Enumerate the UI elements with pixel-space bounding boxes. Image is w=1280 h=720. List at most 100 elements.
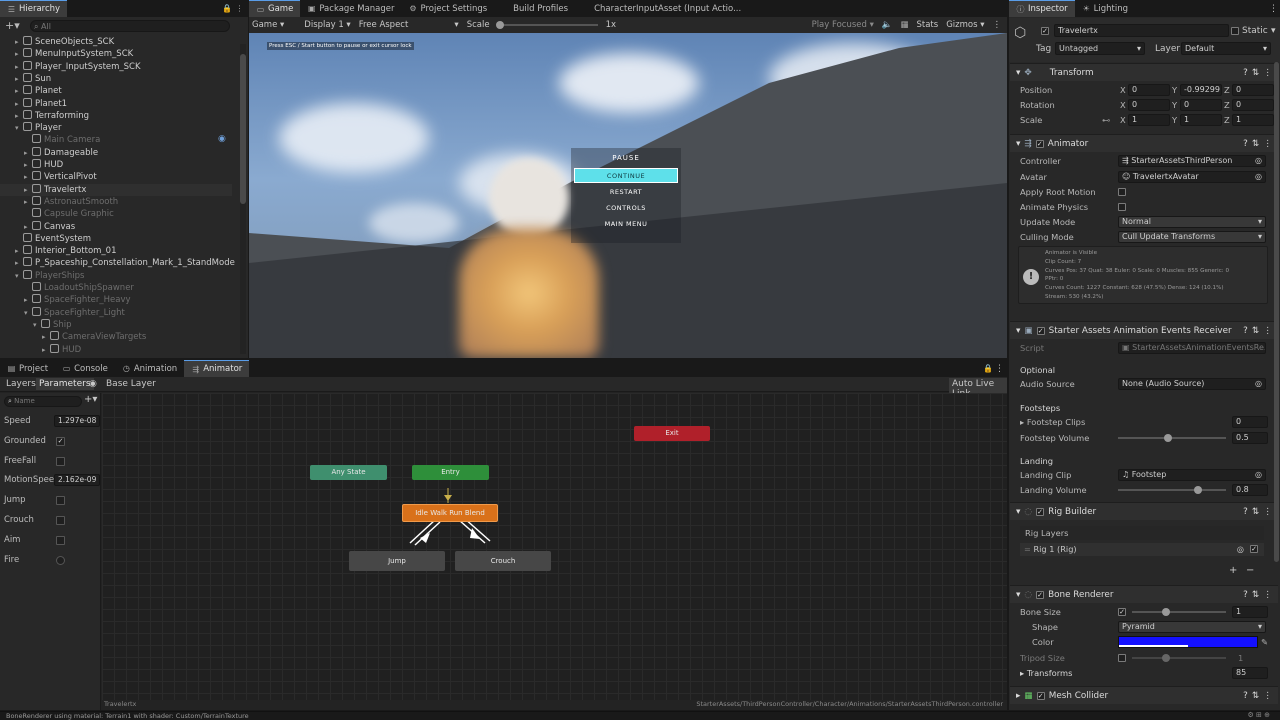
component-menu-icon[interactable]: ⋮ <box>1263 507 1272 517</box>
add-rig-layer-button[interactable]: + <box>1229 565 1237 576</box>
help-icon[interactable]: ? <box>1243 68 1248 78</box>
rig-layer-item[interactable]: = Rig 1 (Rig) ◎ ✓ <box>1020 543 1264 556</box>
preset-icon[interactable]: ⇅ <box>1252 326 1259 336</box>
hierarchy-item[interactable]: ▸ Sun <box>0 72 232 85</box>
object-picker-icon[interactable]: ◎ <box>1237 543 1244 556</box>
hierarchy-item[interactable]: ▾ PlayerShips <box>0 269 232 282</box>
help-icon[interactable]: ? <box>1243 326 1248 336</box>
foldout-icon[interactable]: ▸ <box>42 344 50 356</box>
parameter-checkbox[interactable] <box>56 535 65 545</box>
status-icons[interactable]: ⚙ ⊞ ⊕ <box>1248 711 1270 719</box>
lock-icon[interactable]: 🔒 <box>222 4 232 13</box>
more-options-icon[interactable]: ⋮ <box>235 4 244 13</box>
hierarchy-item[interactable]: ▸ Damageable <box>0 146 232 159</box>
tripod-size-checkbox[interactable] <box>1118 654 1126 662</box>
tab-hierarchy[interactable]: ☰ Hierarchy <box>0 0 68 17</box>
bone-size-field[interactable]: 1 <box>1232 606 1268 618</box>
rig-layer-active-checkbox[interactable]: ✓ <box>1250 545 1258 553</box>
constrain-proportions-icon[interactable]: ⊷ <box>1102 113 1110 127</box>
hierarchy-item[interactable]: ▸ Travelertx <box>0 183 232 196</box>
component-menu-icon[interactable]: ⋮ <box>1263 691 1272 701</box>
foldout-icon[interactable]: ▾ <box>15 270 23 282</box>
hierarchy-scrollbar[interactable] <box>240 44 246 354</box>
footstep-volume-field[interactable]: 0.5 <box>1232 432 1268 444</box>
eyedropper-icon[interactable]: ✎ <box>1261 635 1268 649</box>
preset-icon[interactable]: ⇅ <box>1252 68 1259 78</box>
foldout-icon[interactable]: ▸ <box>15 85 23 97</box>
visibility-eye-icon[interactable]: ◉ <box>218 134 226 144</box>
foldout-icon[interactable]: ▸ <box>42 331 50 343</box>
transform-rotation-y-field[interactable]: 0 <box>1180 99 1222 111</box>
state-idle-walk-run-blend[interactable]: Idle Walk Run Blend <box>402 504 498 522</box>
hierarchy-item[interactable]: EventSystem <box>0 232 232 245</box>
transform-scale-x-field[interactable]: 1 <box>1128 114 1170 126</box>
transform-position-z-field[interactable]: 0 <box>1232 84 1274 96</box>
update-mode-dropdown[interactable]: Normal ▾ <box>1118 216 1266 228</box>
animator-enabled-checkbox[interactable]: ✓ <box>1035 139 1044 148</box>
object-picker-icon[interactable]: ◎ <box>1255 156 1262 166</box>
foldout-icon[interactable]: ▸ <box>15 257 23 269</box>
culling-mode-dropdown[interactable]: Cull Update Transforms ▾ <box>1118 231 1266 243</box>
parameters-tab[interactable]: Parameters <box>36 378 94 390</box>
hierarchy-item[interactable]: ▸ Terraforming <box>0 109 232 122</box>
foldout-icon[interactable]: ▸ <box>15 73 23 85</box>
parameter-checkbox[interactable] <box>56 456 65 466</box>
foldout-icon[interactable]: ▸ <box>24 294 32 306</box>
tab-package-manager[interactable]: ▣ Package Manager <box>300 0 401 17</box>
object-picker-icon[interactable]: ◎ <box>1255 470 1262 480</box>
layers-tab[interactable]: Layers <box>6 379 36 389</box>
hierarchy-item[interactable]: LoadoutShipSpawner <box>0 282 232 294</box>
hierarchy-item[interactable]: Main Camera <box>0 134 232 146</box>
foldout-icon[interactable]: ▸ <box>1016 691 1020 701</box>
color-swatch[interactable] <box>1118 636 1258 648</box>
audio-source-field[interactable]: None (Audio Source) ◎ <box>1118 378 1266 390</box>
rig-builder-header[interactable]: ▾ ◌ ✓ Rig Builder ? ⇅ ⋮ <box>1010 502 1278 520</box>
hierarchy-item[interactable]: ▸ Player_InputSystem_SCK <box>0 60 232 73</box>
base-layer-breadcrumb[interactable]: Base Layer <box>106 379 156 389</box>
tab-lighting[interactable]: ☀ Lighting <box>1075 0 1135 17</box>
footstep-volume-thumb[interactable] <box>1164 434 1172 442</box>
foldout-icon[interactable]: ▾ <box>1016 590 1020 600</box>
parameter-row[interactable]: Fire <box>4 552 98 568</box>
mesh-collider-header[interactable]: ▸ ▦ ✓ Mesh Collider ? ⇅ ⋮ <box>1010 686 1278 704</box>
footstep-clips-count[interactable]: 0 <box>1232 416 1268 428</box>
scale-slider[interactable] <box>495 21 598 29</box>
game-viewport[interactable]: Press ESC / Start button to pause or exi… <box>249 33 1007 358</box>
hierarchy-item[interactable]: ▸ MenuInputSystem_SCK <box>0 48 232 60</box>
state-jump[interactable]: Jump <box>349 551 445 571</box>
tab-animation[interactable]: ◷ Animation <box>115 360 184 377</box>
preset-icon[interactable]: ⇅ <box>1252 139 1259 149</box>
footstep-volume-slider[interactable] <box>1118 434 1226 442</box>
scale-slider-thumb[interactable] <box>495 21 504 29</box>
animator-header[interactable]: ▾ ⇶ ✓ Animator ? ⇅ ⋮ <box>1010 134 1278 152</box>
object-picker-icon[interactable]: ◎ <box>1255 379 1262 389</box>
parameter-search-input[interactable]: ⌕ Name <box>4 396 82 407</box>
component-menu-icon[interactable]: ⋮ <box>1263 326 1272 336</box>
foldout-icon[interactable]: ▸ <box>24 171 32 183</box>
object-picker-icon[interactable]: ◎ <box>1255 172 1262 182</box>
landing-clip-field[interactable]: ♫ Footstep ◎ <box>1118 469 1266 481</box>
tab-characterinputasset-input-actio[interactable]: CharacterInputAsset (Input Actio... <box>575 0 748 17</box>
foldout-icon[interactable]: ▾ <box>24 307 32 319</box>
pause-menu-item[interactable]: CONTROLS <box>574 202 678 215</box>
hierarchy-item[interactable]: ▾ SpaceFighter_Light <box>0 306 232 319</box>
help-icon[interactable]: ? <box>1243 691 1248 701</box>
hierarchy-search-input[interactable]: ⌕ All <box>30 20 230 32</box>
hierarchy-item[interactable]: ▸ SceneObjects_SCK <box>0 36 232 48</box>
preset-icon[interactable]: ⇅ <box>1252 507 1259 517</box>
hierarchy-item[interactable]: ▸ P_Spaceship_Constellation_Mark_1_StandM… <box>0 257 235 269</box>
rig-builder-enabled-checkbox[interactable]: ✓ <box>1036 507 1045 516</box>
preset-icon[interactable]: ⇅ <box>1252 691 1259 701</box>
help-icon[interactable]: ? <box>1243 590 1248 600</box>
hierarchy-item[interactable]: Capsule Graphic <box>0 208 232 220</box>
transform-header[interactable]: ▾ ✥ Transform ? ⇅ ⋮ <box>1010 63 1278 81</box>
foldout-icon[interactable]: ▾ <box>1016 68 1020 78</box>
more-options-icon[interactable]: ⋮ <box>993 20 1002 30</box>
transform-position-x-field[interactable]: 0 <box>1128 84 1170 96</box>
bone-size-checkbox[interactable]: ✓ <box>1118 608 1126 616</box>
foldout-icon[interactable]: ▸ <box>15 245 23 257</box>
parameter-trigger-radio[interactable] <box>56 555 65 565</box>
parameter-checkbox[interactable] <box>56 516 65 525</box>
state-crouch[interactable]: Crouch <box>455 551 551 571</box>
events-receiver-enabled-checkbox[interactable]: ✓ <box>1036 326 1045 335</box>
